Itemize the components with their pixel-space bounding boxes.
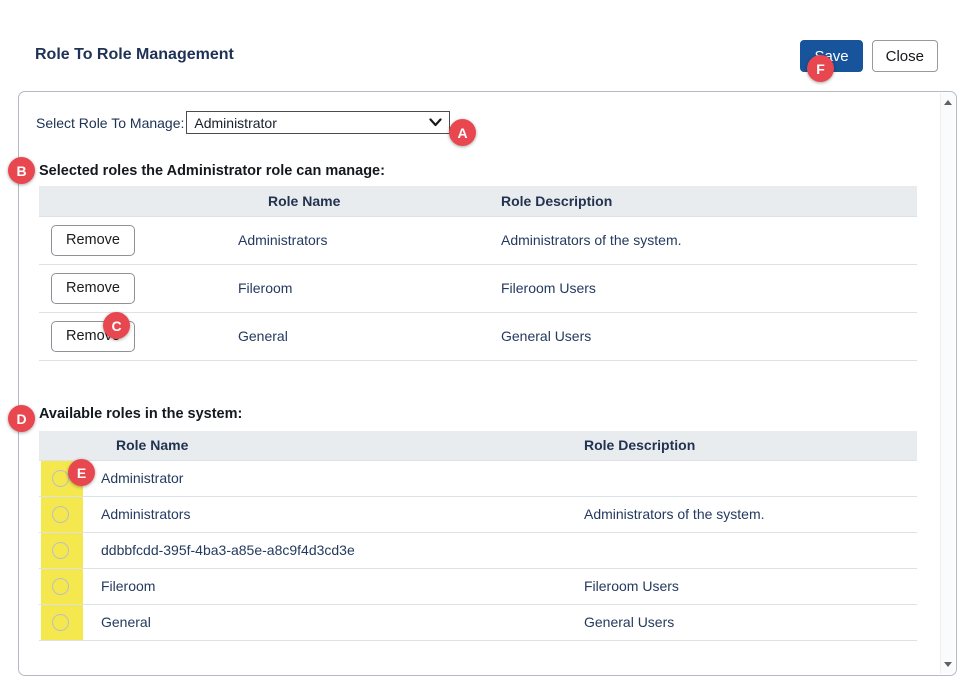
role-description-cell: [576, 460, 917, 496]
table-header-row: Role Name Role Description: [39, 186, 917, 216]
table-row: Remove General General Users: [39, 312, 917, 360]
role-description-cell: Fileroom Users: [501, 264, 917, 312]
chevron-down-icon: [429, 118, 442, 127]
role-radio-button[interactable]: [52, 506, 69, 523]
role-select-label: Select Role To Manage:: [36, 115, 184, 131]
role-name-cell: Fileroom: [238, 264, 501, 312]
annotation-badge-c: C: [103, 312, 130, 339]
action-cell: Remove: [39, 216, 238, 264]
column-header-select: [39, 431, 96, 460]
table-row: Administrators Administrators of the sys…: [39, 496, 917, 532]
annotation-badge-f: F: [807, 55, 834, 82]
close-button[interactable]: Close: [872, 40, 938, 72]
role-name-cell: Administrators: [238, 216, 501, 264]
role-description-cell: Administrators of the system.: [576, 496, 917, 532]
scroll-down-icon[interactable]: [944, 662, 952, 667]
role-radio-button[interactable]: [52, 470, 69, 487]
role-description-cell: General Users: [501, 312, 917, 360]
table-row: Administrator: [39, 460, 917, 496]
scroll-up-icon[interactable]: [944, 100, 952, 105]
page-title: Role To Role Management: [35, 46, 234, 64]
table-row: Remove Administrators Administrators of …: [39, 216, 917, 264]
remove-button[interactable]: Remove: [51, 225, 135, 256]
yellow-highlight: [41, 497, 83, 532]
role-description-cell: Administrators of the system.: [501, 216, 917, 264]
action-cell: Remove: [39, 264, 238, 312]
yellow-highlight: [41, 569, 83, 604]
table-header-row: Role Name Role Description: [39, 431, 917, 460]
radio-cell: [39, 532, 96, 568]
annotation-badge-d: D: [8, 405, 35, 432]
role-radio-button[interactable]: [52, 614, 69, 631]
role-name-cell: Administrators: [96, 496, 576, 532]
action-cell: Remove: [39, 312, 238, 360]
available-roles-heading: Available roles in the system:: [39, 406, 242, 422]
role-select-row: Select Role To Manage: Administrator: [36, 111, 450, 134]
role-name-cell: Fileroom: [96, 568, 576, 604]
annotation-badge-a: A: [449, 119, 476, 146]
role-radio-button[interactable]: [52, 542, 69, 559]
radio-cell: [39, 496, 96, 532]
table-row: ddbbfcdd-395f-4ba3-a85e-a8c9f4d3cd3e: [39, 532, 917, 568]
table-row: General General Users: [39, 604, 917, 640]
vertical-scrollbar[interactable]: [940, 93, 955, 674]
role-description-cell: General Users: [576, 604, 917, 640]
role-select-value: Administrator: [194, 115, 429, 131]
remove-button[interactable]: Remove: [51, 273, 135, 304]
available-roles-table: Role Name Role Description Administrator: [39, 431, 917, 641]
yellow-highlight: [41, 533, 83, 568]
role-name-cell: General: [238, 312, 501, 360]
radio-cell: [39, 568, 96, 604]
role-management-panel: Select Role To Manage: Administrator Sel…: [18, 91, 957, 676]
selected-roles-heading: Selected roles the Administrator role ca…: [39, 163, 385, 179]
column-header-role-name: Role Name: [238, 186, 501, 216]
role-select[interactable]: Administrator: [186, 111, 450, 134]
column-header-role-name: Role Name: [96, 431, 576, 460]
yellow-highlight: [41, 605, 83, 640]
role-description-cell: Fileroom Users: [576, 568, 917, 604]
column-header-action: [39, 186, 238, 216]
table-row: Remove Fileroom Fileroom Users: [39, 264, 917, 312]
table-row: Fileroom Fileroom Users: [39, 568, 917, 604]
annotation-badge-b: B: [8, 157, 35, 184]
role-name-cell: General: [96, 604, 576, 640]
role-name-cell: Administrator: [96, 460, 576, 496]
column-header-role-description: Role Description: [576, 431, 917, 460]
role-description-cell: [576, 532, 917, 568]
annotation-badge-e: E: [68, 459, 95, 486]
column-header-role-description: Role Description: [501, 186, 917, 216]
selected-roles-table: Role Name Role Description Remove Admini…: [39, 186, 917, 361]
radio-cell: [39, 604, 96, 640]
role-name-cell: ddbbfcdd-395f-4ba3-a85e-a8c9f4d3cd3e: [96, 532, 576, 568]
role-radio-button[interactable]: [52, 578, 69, 595]
